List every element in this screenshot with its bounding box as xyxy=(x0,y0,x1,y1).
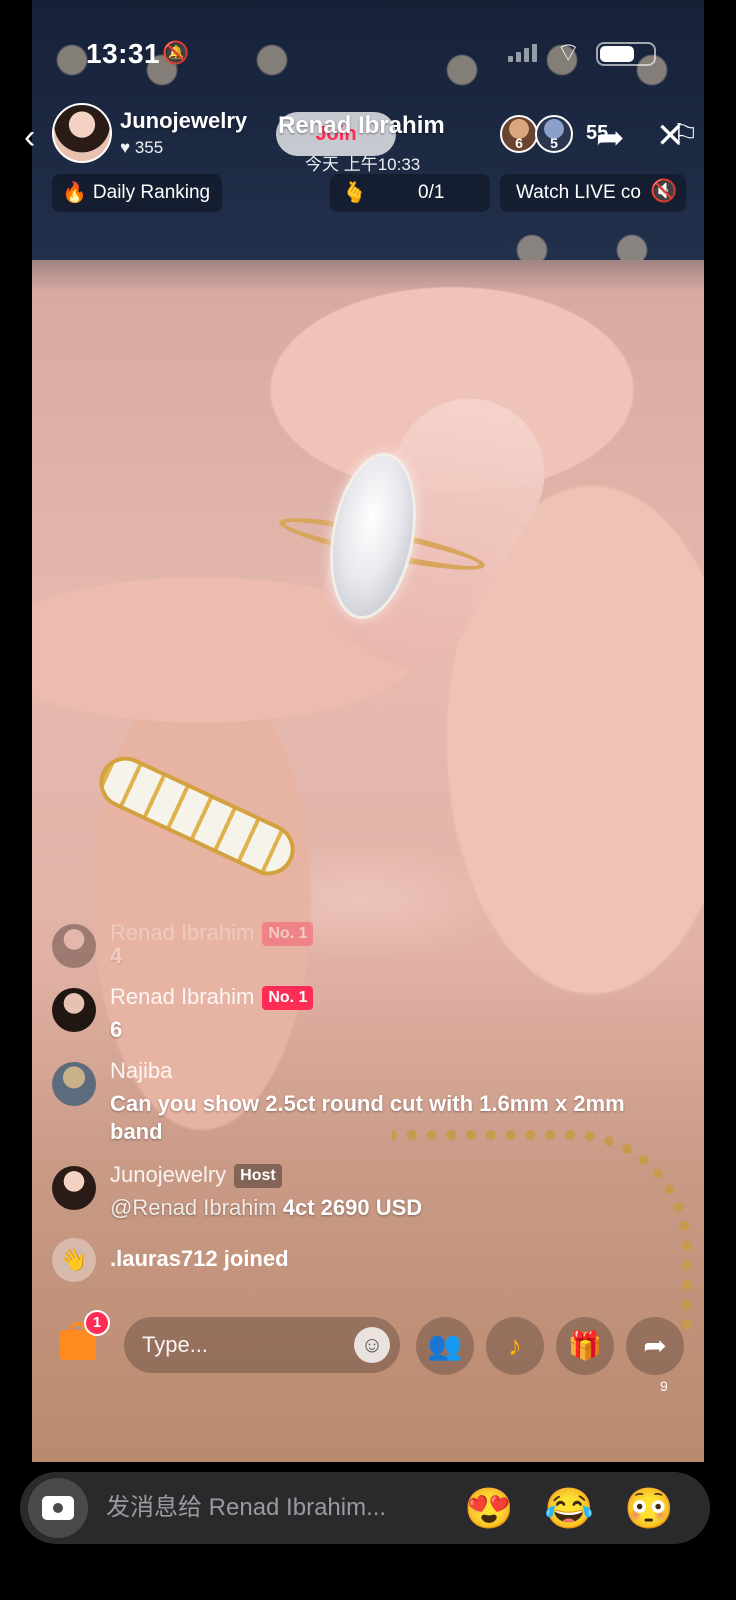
heart-eyes-emoji-button[interactable]: 😍 xyxy=(464,1484,514,1534)
comment-username[interactable]: Najiba xyxy=(110,1058,172,1084)
promote-icon[interactable]: ♪ xyxy=(486,1317,544,1375)
share-live-icon[interactable]: ➦ xyxy=(626,1317,684,1375)
emoji-face-icon[interactable]: ☺ xyxy=(354,1327,390,1363)
multi-guest-icon[interactable]: 👥 xyxy=(416,1317,474,1375)
camera-icon xyxy=(42,1495,74,1520)
silent-bell-icon: 🔕 xyxy=(162,40,190,65)
status-time: 13:31 xyxy=(86,38,161,69)
join-notice: 👋 .lauras712 joined xyxy=(52,1238,692,1288)
wave-icon: 👋 xyxy=(52,1238,96,1282)
live-goal-pill[interactable]: 🫰 0/1 xyxy=(330,174,490,212)
chat-partner-name: Renad Ibrahim xyxy=(278,112,445,139)
joined-text: .lauras712 joined xyxy=(110,1246,289,1271)
cellular-signal-icon xyxy=(508,44,537,62)
host-likes: ♥ 355 xyxy=(120,138,164,157)
status-bar: 13:31 🔕 ⌔ xyxy=(0,0,736,100)
battery-icon xyxy=(596,42,656,66)
host-name[interactable]: Junojewelry xyxy=(120,108,247,134)
comment-mention: @Renad Ibrahim xyxy=(110,1195,277,1220)
daily-ranking-button[interactable]: 🔥 Daily Ranking xyxy=(52,174,223,212)
top-viewer-avatar[interactable]: 5 xyxy=(535,115,573,153)
comment-text: 4 xyxy=(110,943,123,968)
comment-username[interactable]: Junojewelry Host xyxy=(110,1162,282,1188)
back-chevron-icon[interactable]: ‹ xyxy=(24,118,35,157)
goal-count: 0/1 xyxy=(418,182,445,203)
hand-heart-icon: 🫰 xyxy=(342,182,367,204)
wifi-icon: ⌔ xyxy=(556,37,581,67)
bead-necklace-image xyxy=(392,1130,692,1330)
chat-timestamp: 今天 上午10:33 xyxy=(305,155,421,174)
host-badge: Host xyxy=(234,1164,282,1188)
flag-icon[interactable]: ⚐ xyxy=(672,118,699,153)
daily-ranking-label: Daily Ranking xyxy=(92,182,211,203)
rank-badge: No. 1 xyxy=(262,986,314,1010)
commenter-avatar[interactable] xyxy=(52,1166,96,1210)
comment-item: Renad Ibrahim No. 1 4 xyxy=(52,920,692,976)
commenter-avatar[interactable] xyxy=(52,1062,96,1106)
share-arrow-icon[interactable]: ➦ xyxy=(596,118,625,158)
message-bar: 😍 😂 😳 xyxy=(20,1472,710,1544)
shop-count-badge: 1 xyxy=(84,1310,110,1336)
comment-text: @Renad Ibrahim 4ct 2690 USD xyxy=(110,1195,423,1220)
commenter-avatar[interactable] xyxy=(52,924,96,968)
comment-item: Renad Ibrahim No. 1 6 xyxy=(52,984,692,1048)
comment-item: Najiba Can you show 2.5ct round cut with… xyxy=(52,1058,692,1148)
muted-speaker-icon[interactable]: 🔇 xyxy=(650,178,677,204)
share-count: 9 xyxy=(660,1378,668,1394)
fire-icon: 🔥 xyxy=(62,182,87,204)
laughing-emoji-button[interactable]: 😂 xyxy=(544,1484,594,1534)
commenter-avatar[interactable] xyxy=(52,988,96,1032)
comment-text: Can you show 2.5ct round cut with 1.6mm … xyxy=(110,1091,625,1144)
top-viewer-avatar[interactable]: 6 xyxy=(500,115,538,153)
comment-text: 6 xyxy=(110,1017,123,1042)
message-input[interactable] xyxy=(106,1486,466,1530)
gift-icon[interactable]: 🎁 xyxy=(556,1317,614,1375)
flushed-emoji-button[interactable]: 😳 xyxy=(624,1484,674,1534)
host-likes-count: 355 xyxy=(134,138,164,157)
comment-item: Junojewelry Host @Renad Ibrahim 4ct 2690 … xyxy=(52,1162,692,1226)
camera-button[interactable] xyxy=(28,1478,88,1538)
comment-username[interactable]: Renad Ibrahim No. 1 xyxy=(110,984,314,1010)
host-avatar[interactable] xyxy=(52,103,112,163)
